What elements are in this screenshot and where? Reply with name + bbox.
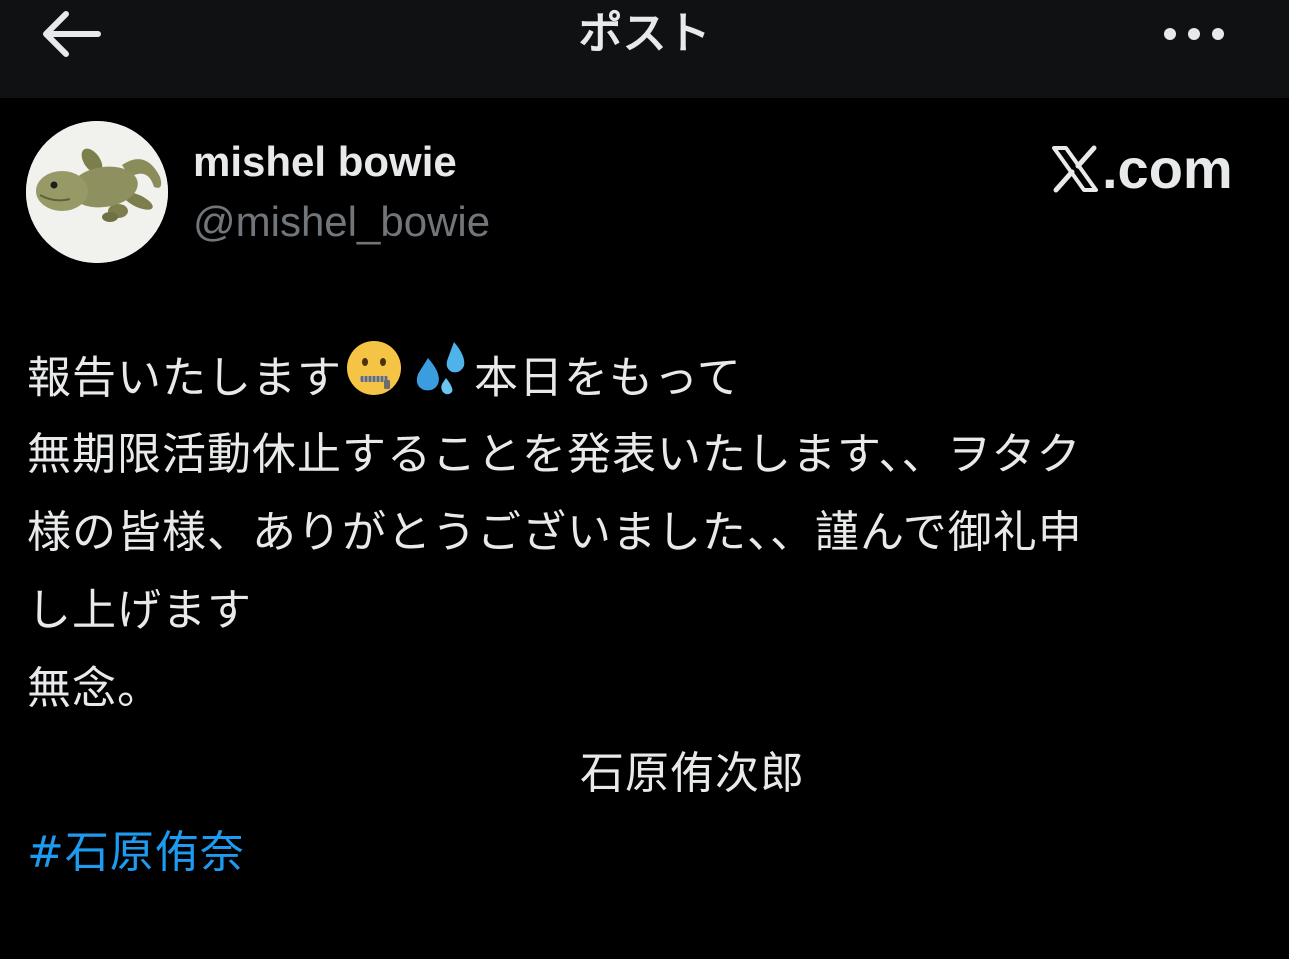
page-title: ポスト	[578, 8, 711, 59]
author-avatar[interactable]	[26, 121, 168, 263]
more-horizontal-icon	[1164, 28, 1224, 40]
hashtag-link[interactable]: #石原侑奈	[27, 814, 245, 892]
top-navigation-bar: ポスト	[0, 0, 1289, 98]
post-text: 報告いたします 本日をもって 無期限活動休止することを発表いたします、、ヲタク …	[27, 338, 1267, 728]
x-domain-text: .com	[1102, 137, 1233, 200]
post-line: し上げます	[27, 585, 252, 636]
post-text-segment: 報告いたします	[27, 352, 342, 404]
more-options-button[interactable]	[1156, 14, 1232, 54]
author-handle[interactable]: @mishel_bowie	[193, 196, 490, 248]
post-line: 無念。	[27, 663, 162, 714]
author-display-name[interactable]: mishel bowie	[193, 136, 457, 188]
x-logo-icon	[1052, 145, 1098, 193]
post-line: 様の皆様、ありがとうございました、、謹んで御礼申	[27, 507, 1083, 558]
post-line: 報告いたします 本日をもって	[27, 338, 1267, 416]
gecko-plush-avatar	[26, 121, 168, 263]
post-text-segment: 本日をもって	[474, 352, 742, 404]
post-signature: 石原侑次郎	[580, 748, 805, 799]
sweat-droplets-emoji	[408, 338, 472, 423]
zipper-mouth-face-emoji	[344, 338, 404, 423]
x-com-brand: .com	[1050, 137, 1233, 201]
post-line: 無期限活動休止することを発表いたします、、ヲタク	[27, 429, 1082, 480]
